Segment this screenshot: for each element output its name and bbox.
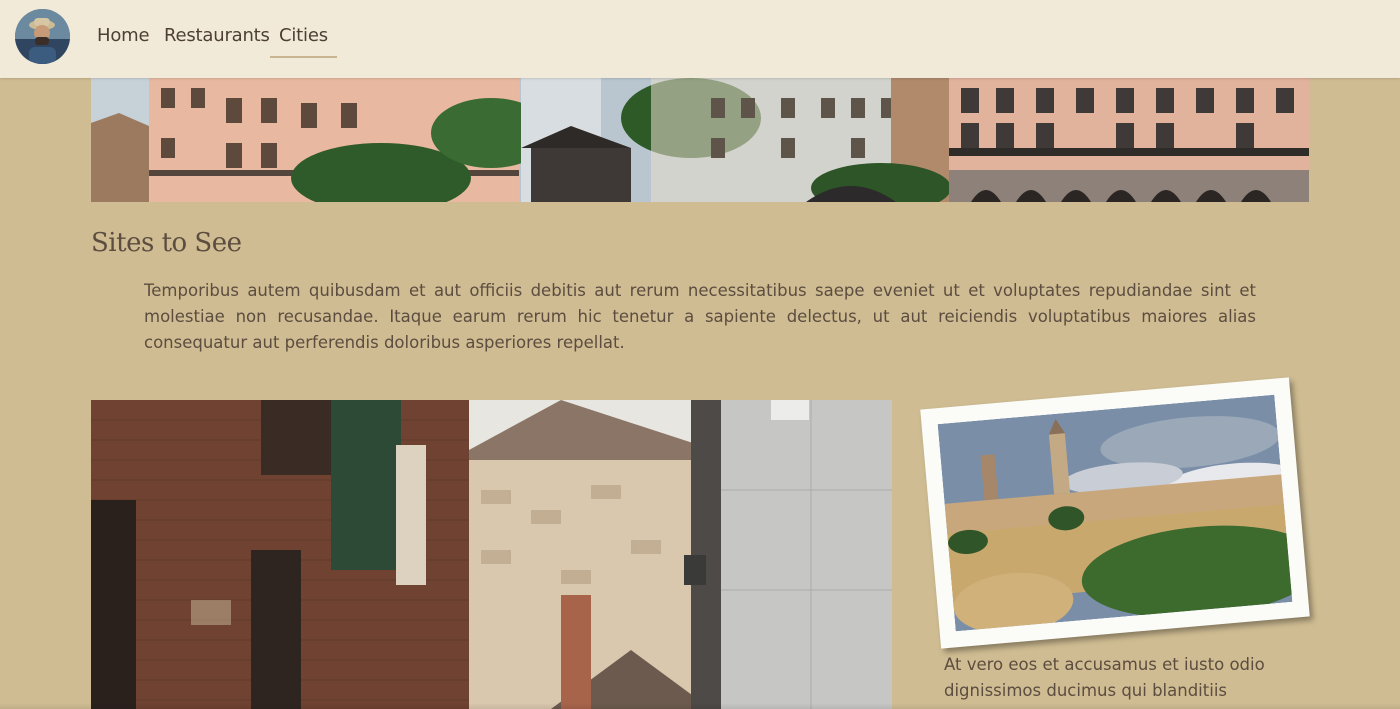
- street-photo: [91, 400, 892, 709]
- city-wall-photo-icon: [937, 394, 1293, 632]
- bottom-fade: [0, 703, 1400, 709]
- nav-link-restaurants[interactable]: Restaurants: [164, 25, 270, 55]
- photo-caption: At vero eos et accusamus et iusto odio d…: [944, 655, 1265, 700]
- nav-link-cities[interactable]: Cities: [270, 25, 337, 58]
- nav-link-home[interactable]: Home: [97, 25, 150, 55]
- polaroid-photo-frame: [920, 377, 1310, 649]
- profile-avatar[interactable]: [15, 9, 70, 64]
- street-photo-icon: [91, 400, 892, 709]
- section-title: Sites to See: [91, 228, 242, 258]
- intro-paragraph: Temporibus autem quibusdam et aut offici…: [144, 281, 1256, 352]
- top-navbar: Home Restaurants Cities: [0, 0, 1400, 78]
- plaza-banner-image: [91, 78, 1309, 202]
- plaza-photo-icon: [91, 78, 1309, 202]
